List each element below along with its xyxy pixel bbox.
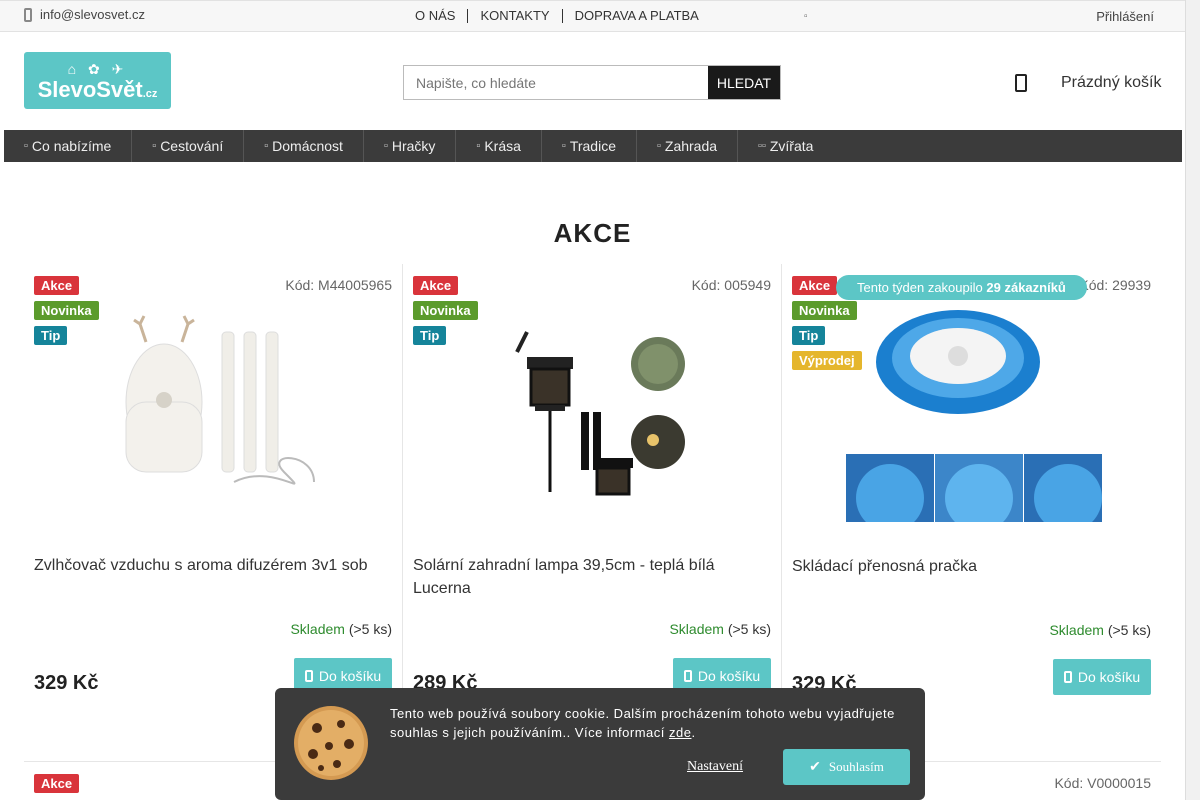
product-code: Kód: 29939 — [1079, 277, 1151, 293]
badge-tip: Tip — [413, 326, 447, 345]
product-name[interactable]: Zvlhčovač vzduchu s aroma difuzérem 3v1 … — [34, 554, 374, 577]
product-image-humidifier[interactable] — [84, 302, 344, 522]
phone-icon — [24, 7, 32, 22]
nav-item-label: Zvířata — [769, 138, 814, 154]
logo-icons: ⌂ ✿ ✈ — [67, 61, 128, 77]
cookie-info-link[interactable]: zde — [669, 725, 691, 740]
product-code: Kód: V0000015 — [1054, 775, 1151, 791]
logo[interactable]: ⌂ ✿ ✈ SlevoSvět.cz — [24, 52, 171, 109]
top-nav-shipping[interactable]: DOPRAVA A PLATBA — [563, 9, 711, 23]
search-input[interactable] — [404, 66, 708, 99]
nav-item-label: Krása — [484, 138, 521, 154]
badge-tip: Tip — [792, 326, 826, 345]
nav-item-label: Cestování — [160, 138, 224, 154]
product-image-washing-machine[interactable] — [842, 302, 1102, 522]
top-nav: O NÁS KONTAKTY DOPRAVA A PLATBA — [403, 8, 711, 23]
stock-status: Skladem (>5 ks) — [669, 621, 771, 637]
logo-text: SlevoSvět.cz — [37, 77, 158, 102]
cart-icon — [304, 670, 313, 682]
nav-item-label: Domácnost — [272, 138, 343, 154]
product-code: Kód: M44005965 — [285, 277, 392, 293]
page-scrollbar[interactable] — [1185, 0, 1200, 800]
category-icon: ▫ — [656, 140, 661, 152]
badge-akce: Akce — [34, 774, 80, 793]
badge-tip: Tip — [34, 326, 68, 345]
check-icon: ✔ — [809, 759, 821, 775]
product-code: Kód: 005949 — [691, 277, 771, 293]
badge-akce: Akce — [34, 276, 80, 295]
badge-novinka: Novinka — [792, 301, 857, 320]
nav-item-co-nabizime[interactable]: ▫ Co nabízíme — [4, 130, 133, 162]
product-badges: Akce Novinka Tip — [413, 276, 478, 345]
search-button[interactable]: HLEDAT — [708, 66, 780, 99]
top-nav-about[interactable]: O NÁS — [403, 9, 469, 23]
product-name[interactable]: Skládací přenosná pračka — [792, 555, 1132, 578]
nav-item-cestovani[interactable]: ▫ Cestování — [132, 130, 245, 162]
nav-item-tradice[interactable]: ▫ Tradice — [542, 130, 637, 162]
search-box: HLEDAT — [403, 65, 781, 100]
category-icon: ▫ — [476, 140, 481, 152]
stock-status: Skladem (>5 ks) — [290, 621, 392, 637]
top-nav-contacts[interactable]: KONTAKTY — [468, 9, 563, 23]
cart-icon — [683, 670, 692, 682]
login-link[interactable]: Přihlášení — [1096, 9, 1154, 24]
category-icon: ▫ — [152, 140, 157, 152]
nav-item-zahrada[interactable]: ▫ Zahrada — [637, 130, 739, 162]
purchase-count-badge: Tento týden zakoupilo 29 zákazníků — [836, 275, 1087, 300]
category-icon: ▫ — [24, 140, 28, 152]
cart-icon[interactable] — [1015, 74, 1027, 92]
cookie-settings-link[interactable]: Nastavení — [687, 759, 743, 775]
cookie-message: Tento web používá soubory cookie. Dalším… — [390, 706, 895, 740]
product-price: 329 Kč — [34, 672, 99, 694]
contact-email-text[interactable]: info@slevosvet.cz — [40, 7, 145, 22]
nav-item-krasa[interactable]: ▫ Krása — [456, 130, 542, 162]
nav-item-label: Zahrada — [664, 138, 718, 154]
nav-item-label: Co nabízíme — [31, 138, 112, 154]
main-nav: ▫ Co nabízíme ▫ Cestování ▫ Domácnost ▫ Hrač… — [4, 130, 1182, 162]
cart-icon — [1063, 671, 1072, 683]
language-flag-icon[interactable]: ▫ — [804, 11, 808, 22]
category-icon: ▫ — [561, 140, 566, 152]
nav-item-zvirata[interactable]: ▫▫ Zvířata — [738, 130, 833, 162]
stock-status: Skladem (>5 ks) — [1049, 622, 1151, 638]
cookie-icon — [294, 706, 368, 780]
cart-label[interactable]: Prázdný košík — [1061, 74, 1161, 92]
badge-novinka: Novinka — [413, 301, 478, 320]
cookie-banner: Tento web používá soubory cookie. Dalším… — [275, 688, 925, 800]
badge-akce: Akce — [413, 276, 459, 295]
nav-item-hracky[interactable]: ▫ Hračky — [364, 130, 457, 162]
badge-akce: Akce — [792, 276, 838, 295]
page-title: AKCE — [553, 218, 632, 248]
nav-item-label: Tradice — [569, 138, 616, 154]
category-icon: ▫▫ — [758, 140, 766, 152]
nav-item-label: Hračky — [391, 138, 436, 154]
product-image-solar-lamp[interactable] — [463, 302, 723, 522]
category-icon: ▫ — [383, 140, 388, 152]
header: ⌂ ✿ ✈ SlevoSvět.cz HLEDAT Prázdný košík — [0, 32, 1185, 130]
product-badges: Akce Novinka Tip — [34, 276, 99, 345]
top-bar: info@slevosvet.cz O NÁS KONTAKTY DOPRAVA… — [0, 0, 1185, 32]
nav-item-domacnost[interactable]: ▫ Domácnost — [244, 130, 364, 162]
badge-vyprodej: Výprodej — [792, 351, 862, 370]
add-to-cart-button[interactable]: Do košíku — [1053, 659, 1151, 695]
product-name[interactable]: Solární zahradní lampa 39,5cm - teplá bí… — [413, 554, 753, 600]
badge-novinka: Novinka — [34, 301, 99, 320]
category-icon: ▫ — [264, 140, 269, 152]
cookie-agree-button[interactable]: ✔ Souhlasím — [783, 749, 910, 785]
contact-email[interactable]: info@slevosvet.cz — [24, 7, 145, 22]
